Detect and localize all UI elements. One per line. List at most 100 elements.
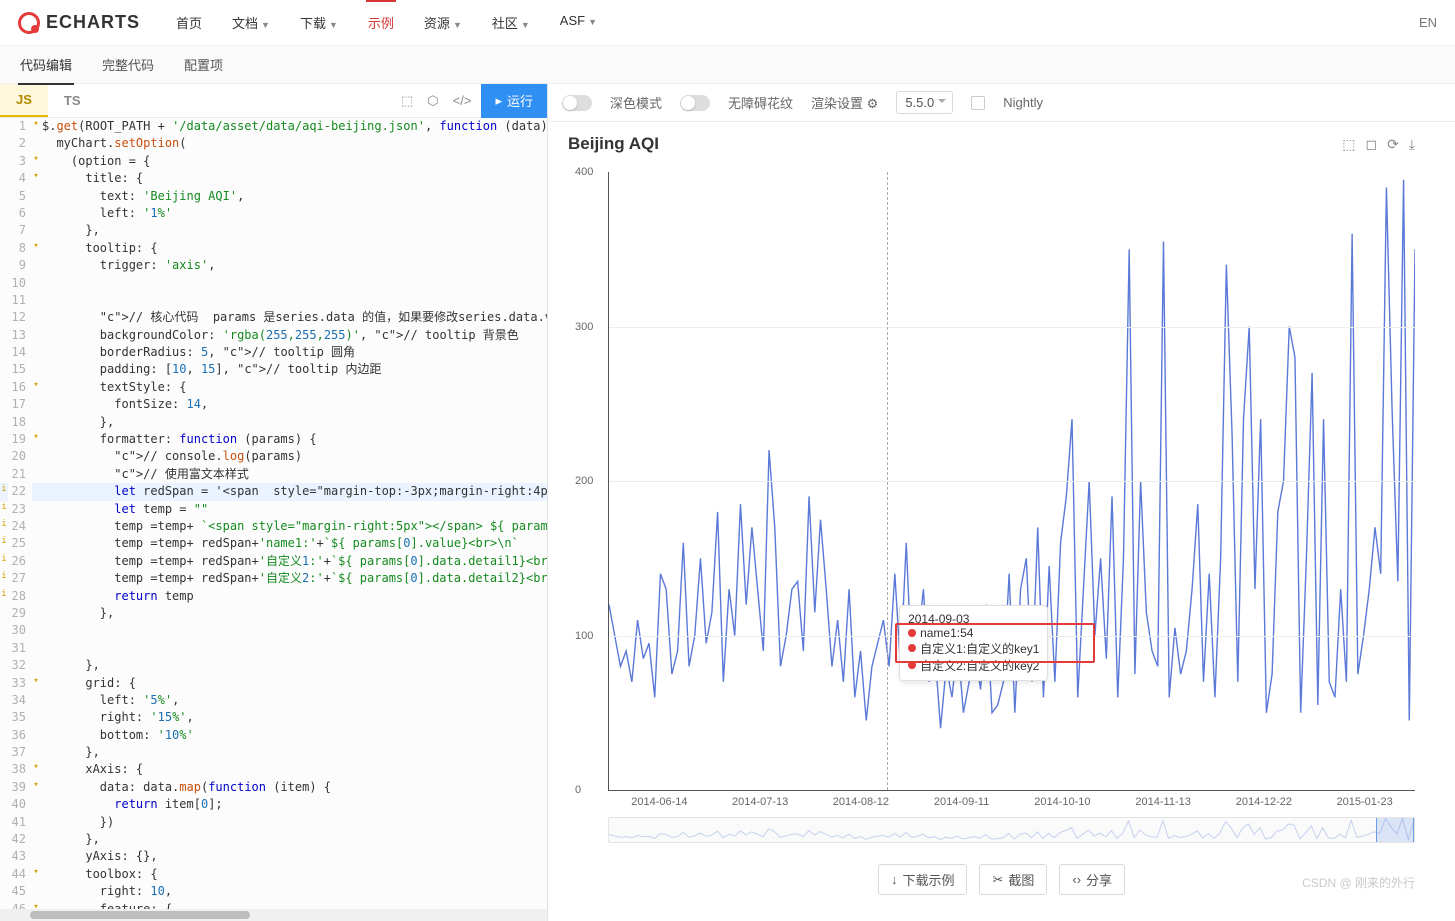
code-line-6[interactable]: 6 left: '1%' (0, 205, 547, 222)
code-line-45[interactable]: 45 right: 10, (0, 883, 547, 900)
code-line-16[interactable]: 16▾ textStyle: { (0, 379, 547, 396)
datazoom-slider[interactable] (608, 817, 1415, 843)
code-line-38[interactable]: 38▾ xAxis: { (0, 761, 547, 778)
chevron-down-icon: ▼ (588, 17, 597, 27)
editor-toolbar: JSTS ⬚ ⬡ </> ▸ 运行 (0, 84, 547, 118)
code-line-39[interactable]: 39▾ data: data.map(function (item) { (0, 779, 547, 796)
code-line-20[interactable]: 20 "c">// console.log(params) (0, 448, 547, 465)
chevron-down-icon: ▼ (261, 20, 270, 30)
x-tick: 2014-09-11 (934, 796, 989, 808)
code-line-24[interactable]: i24 temp =temp+ `<span style="margin-rig… (0, 518, 547, 535)
code-line-29[interactable]: 29 }, (0, 605, 547, 622)
y-tick: 200 (575, 475, 593, 487)
code-line-41[interactable]: 41 }) (0, 814, 547, 831)
code-line-27[interactable]: i27 temp =temp+ redSpan+'自定义2:'+`${ para… (0, 570, 547, 587)
restore-icon[interactable]: ⟳ (1387, 136, 1399, 153)
x-tick: 2015-01-23 (1336, 796, 1392, 808)
code-line-23[interactable]: i23 let temp = "" (0, 501, 547, 518)
nav-item-6[interactable]: ASF▼ (558, 1, 599, 44)
code-line-10[interactable]: 10 (0, 275, 547, 292)
sub-nav: 代码编辑完整代码配置项 (0, 46, 1455, 84)
code-line-9[interactable]: 9 trigger: 'axis', (0, 257, 547, 274)
code-line-37[interactable]: 37 }, (0, 744, 547, 761)
code-line-31[interactable]: 31 (0, 640, 547, 657)
code-line-30[interactable]: 30 (0, 622, 547, 639)
y-tick: 300 (575, 321, 593, 333)
chart-tooltip: 2014-09-03name1:54自定义1:自定义的key1自定义2:自定义的… (899, 605, 1048, 681)
code-line-3[interactable]: 3▾ (option = { (0, 153, 547, 170)
subnav-item-0[interactable]: 代码编辑 (18, 45, 74, 84)
code-line-34[interactable]: 34 left: '5%', (0, 692, 547, 709)
code-editor[interactable]: 1▾$.get(ROOT_PATH + '/data/asset/data/aq… (0, 118, 547, 909)
zoom-selection[interactable] (1376, 818, 1414, 842)
code-line-8[interactable]: 8▾ tooltip: { (0, 240, 547, 257)
code-line-11[interactable]: 11 (0, 292, 547, 309)
lang-switch[interactable]: EN (1419, 15, 1437, 30)
nav-item-5[interactable]: 社区▼ (490, 1, 532, 44)
run-button[interactable]: ▸ 运行 (481, 84, 547, 118)
code-line-40[interactable]: 40 return item[0]; (0, 796, 547, 813)
preview-toolbar: 深色模式 无障碍花纹 渲染设置 ⚙ 5.5.0 Nightly (548, 84, 1455, 122)
code-line-13[interactable]: 13 backgroundColor: 'rgba(255,255,255)',… (0, 327, 547, 344)
lang-tab-js[interactable]: JS (0, 84, 48, 117)
code-line-46[interactable]: 46▾ feature: { (0, 901, 547, 909)
nav-item-0[interactable]: 首页 (174, 1, 204, 44)
code-line-43[interactable]: 43 yAxis: {}, (0, 848, 547, 865)
version-select[interactable]: 5.5.0 (896, 91, 953, 114)
code-line-44[interactable]: 44▾ toolbox: { (0, 866, 547, 883)
code-line-7[interactable]: 7 }, (0, 222, 547, 239)
action-btn-2[interactable]: ‹›分享 (1059, 864, 1125, 895)
play-icon: ▸ (495, 93, 502, 109)
code-line-32[interactable]: 32 }, (0, 657, 547, 674)
code-line-22[interactable]: i22 let redSpan = '<span style="margin-t… (0, 483, 547, 500)
chart-plot[interactable]: 01002003004002014-06-142014-07-132014-08… (608, 172, 1415, 791)
watermark: CSDN @ 刚来的外行 (1302, 874, 1415, 891)
nav-item-3[interactable]: 示例 (366, 1, 396, 44)
action-btn-0[interactable]: ↓下载示例 (878, 864, 968, 895)
chart-area: Beijing AQI ⬚◻⟳⤓ 01002003004002014-06-14… (548, 122, 1455, 921)
code-line-36[interactable]: 36 bottom: '10%' (0, 727, 547, 744)
code-line-14[interactable]: 14 borderRadius: 5, "c">// tooltip 圆角 (0, 344, 547, 361)
code-line-2[interactable]: 2 myChart.setOption( (0, 135, 547, 152)
code-line-5[interactable]: 5 text: 'Beijing AQI', (0, 188, 547, 205)
gear-icon: ⚙ (867, 96, 879, 111)
code-line-15[interactable]: 15 padding: [10, 15], "c">// tooltip 内边距 (0, 361, 547, 378)
code-line-26[interactable]: i26 temp =temp+ redSpan+'自定义1:'+`${ para… (0, 553, 547, 570)
dark-mode-label: 深色模式 (610, 93, 662, 112)
logo[interactable]: ECHARTS (18, 12, 140, 34)
code-line-4[interactable]: 4▾ title: { (0, 170, 547, 187)
code-line-18[interactable]: 18 }, (0, 414, 547, 431)
top-nav: ECHARTS 首页文档▼ 下载▼ 示例资源▼ 社区▼ ASF▼ EN (0, 0, 1455, 46)
nightly-checkbox[interactable] (971, 96, 985, 110)
code-line-42[interactable]: 42 }, (0, 831, 547, 848)
render-setting[interactable]: 渲染设置 ⚙ (811, 93, 878, 112)
h-scrollbar[interactable] (0, 909, 547, 921)
subnav-item-1[interactable]: 完整代码 (100, 45, 156, 84)
nav-item-4[interactable]: 资源▼ (422, 1, 464, 44)
zoom-reset-icon[interactable]: ◻ (1365, 136, 1377, 153)
code-line-17[interactable]: 17 fontSize: 14, (0, 396, 547, 413)
nav-item-2[interactable]: 下载▼ (298, 1, 340, 44)
code-line-28[interactable]: i28 return temp (0, 588, 547, 605)
action-btn-1[interactable]: ✂截图 (979, 864, 1047, 895)
format-icon[interactable]: ⬚ (401, 93, 413, 109)
lang-tab-ts[interactable]: TS (48, 84, 97, 117)
code-line-19[interactable]: 19▾ formatter: function (params) { (0, 431, 547, 448)
pattern-label: 无障碍花纹 (728, 93, 793, 112)
code-line-35[interactable]: 35 right: '15%', (0, 709, 547, 726)
download-icon[interactable]: ⤓ (1409, 136, 1415, 153)
code-line-25[interactable]: i25 temp =temp+ redSpan+'name1:'+`${ par… (0, 535, 547, 552)
code-line-12[interactable]: 12 "c">// 核心代码 params 是series.data 的值，如果… (0, 309, 547, 326)
code-line-21[interactable]: 21 "c">// 使用富文本样式 (0, 466, 547, 483)
subnav-item-2[interactable]: 配置项 (182, 45, 225, 84)
x-tick: 2014-07-13 (732, 796, 788, 808)
dark-mode-toggle[interactable] (562, 95, 592, 111)
code-line-1[interactable]: 1▾$.get(ROOT_PATH + '/data/asset/data/aq… (0, 118, 547, 135)
editor-panel: JSTS ⬚ ⬡ </> ▸ 运行 1▾$.get(ROOT_PATH + '/… (0, 84, 548, 921)
pattern-toggle[interactable] (680, 95, 710, 111)
nav-item-1[interactable]: 文档▼ (230, 1, 272, 44)
cube-icon[interactable]: ⬡ (427, 93, 438, 109)
code-line-33[interactable]: 33▾ grid: { (0, 675, 547, 692)
embed-icon[interactable]: </> (453, 93, 472, 108)
zoom-area-icon[interactable]: ⬚ (1342, 136, 1355, 153)
